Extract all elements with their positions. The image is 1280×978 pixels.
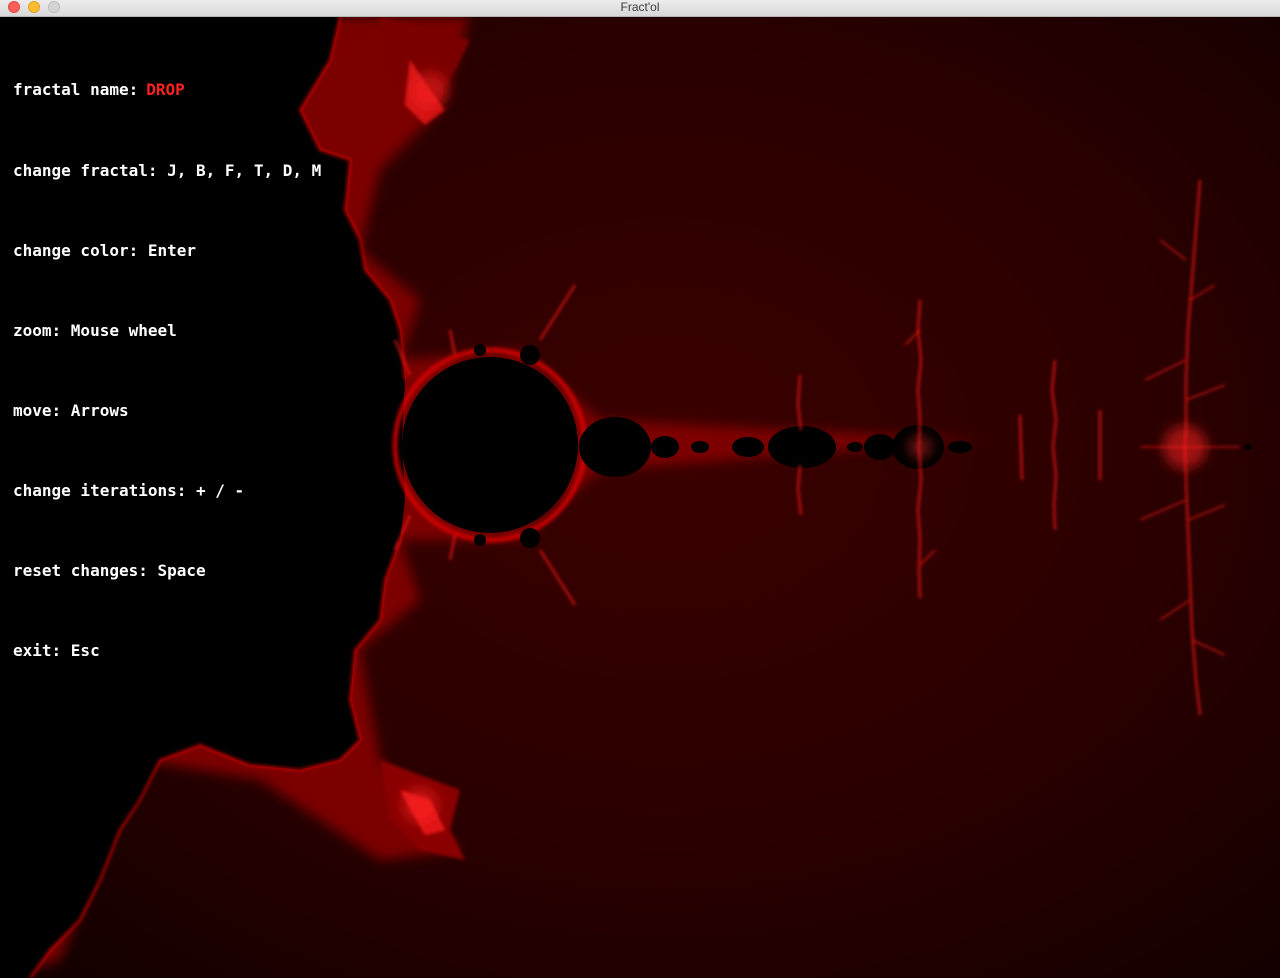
bulb-bottom-left xyxy=(474,534,486,546)
fractal-name-label: fractal name: xyxy=(13,80,139,100)
main-bulb xyxy=(402,357,578,533)
hint-change-color: change color: Enter xyxy=(13,240,197,260)
bulb-top xyxy=(520,345,540,365)
title-bar[interactable]: Fract'ol xyxy=(0,0,1280,17)
hint-zoom: zoom: Mouse wheel xyxy=(13,320,177,340)
hint-move: move: Arrows xyxy=(13,400,129,420)
hint-change-iterations: change iterations: + / - xyxy=(13,480,245,500)
hint-change-fractal: change fractal: J, B, F, T, D, M xyxy=(13,160,322,180)
hint-reset-changes: reset changes: Space xyxy=(13,560,206,580)
fractal-name-value: DROP xyxy=(146,80,185,100)
bulb-top-left xyxy=(474,344,486,356)
controls-overlay: fractal name: DROP change fractal: J, B, … xyxy=(13,24,321,718)
bulb-bottom xyxy=(520,528,540,548)
fractal-name-line: fractal name: DROP xyxy=(13,77,321,104)
hint-exit: exit: Esc xyxy=(13,641,100,661)
window-title: Fract'ol xyxy=(620,0,660,14)
app-window: Fract'ol fractal name: DROP change fract… xyxy=(0,0,1280,978)
